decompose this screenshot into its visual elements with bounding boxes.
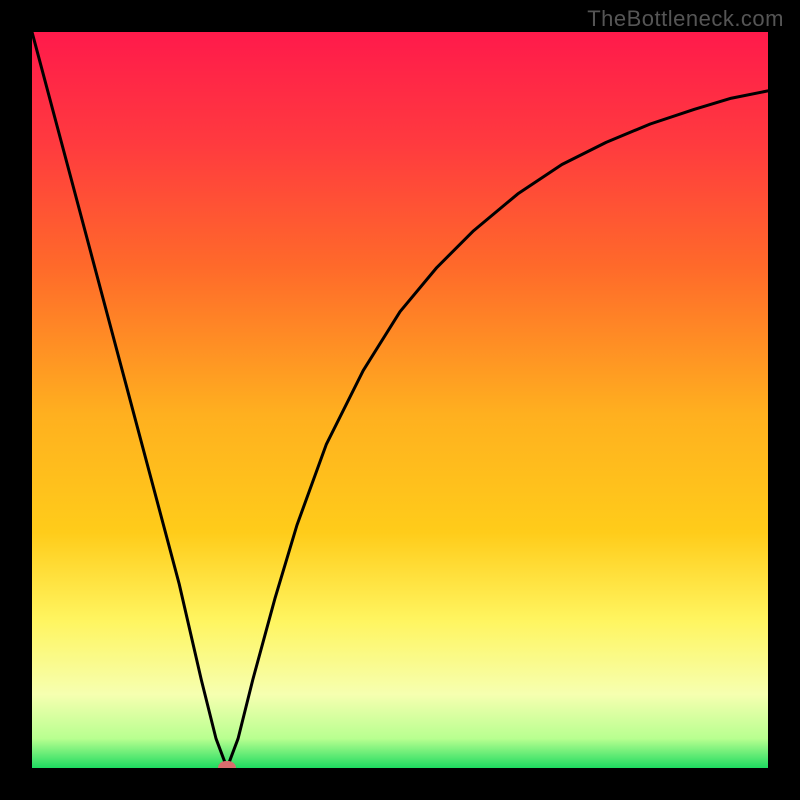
watermark-text: TheBottleneck.com [587, 6, 784, 32]
chart-frame: TheBottleneck.com [0, 0, 800, 800]
plot-area [32, 32, 768, 768]
optimum-marker [218, 761, 236, 768]
gradient-background [32, 32, 768, 768]
chart-svg [32, 32, 768, 768]
